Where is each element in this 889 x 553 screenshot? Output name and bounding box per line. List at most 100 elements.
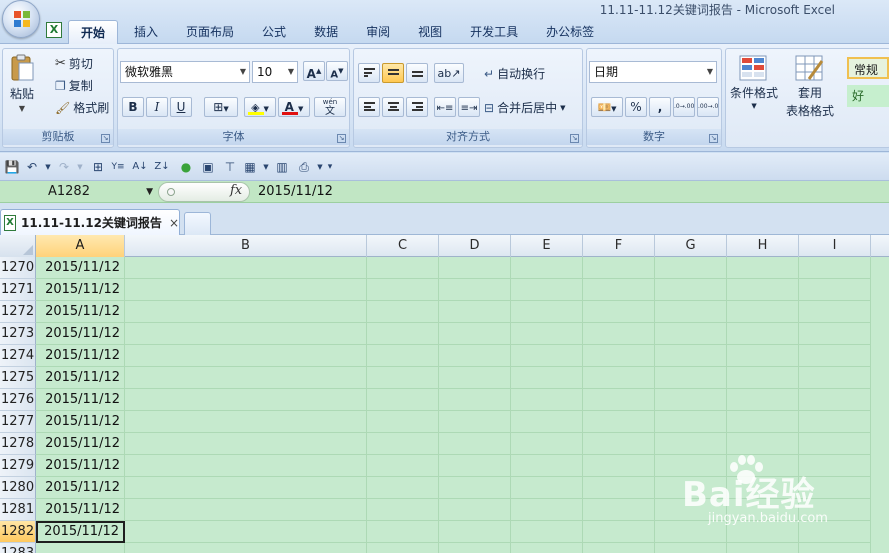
cell[interactable] xyxy=(511,477,583,499)
ribbon-tab[interactable]: 页面布局 xyxy=(174,20,246,44)
row-header[interactable]: 1280 xyxy=(0,477,36,499)
format-as-table-button[interactable]: 套用 表格格式 xyxy=(786,55,834,119)
font-color-button[interactable]: A ▼ xyxy=(278,97,310,117)
row-header[interactable]: 1281 xyxy=(0,499,36,521)
ribbon-tab[interactable]: 办公标签 xyxy=(534,20,606,44)
cell[interactable] xyxy=(439,543,511,553)
cell[interactable] xyxy=(367,411,439,433)
cell[interactable] xyxy=(511,323,583,345)
align-right-button[interactable] xyxy=(406,97,428,117)
font-name-select[interactable]: 微软雅黑 ▼ xyxy=(120,61,250,83)
cell[interactable] xyxy=(727,257,799,279)
cell-date[interactable]: 2015/11/12 xyxy=(36,345,125,367)
chevron-down-icon[interactable]: ▼ xyxy=(40,159,56,175)
cell[interactable] xyxy=(583,477,655,499)
font-size-select[interactable]: 10 ▼ xyxy=(252,61,298,83)
cell[interactable] xyxy=(439,477,511,499)
cell[interactable] xyxy=(799,433,871,455)
row-header[interactable]: 1275 xyxy=(0,367,36,389)
cell[interactable] xyxy=(511,411,583,433)
cell[interactable] xyxy=(367,455,439,477)
cell[interactable] xyxy=(439,367,511,389)
cell[interactable] xyxy=(125,477,367,499)
new-workbook-tab[interactable] xyxy=(184,212,211,235)
cell[interactable] xyxy=(655,345,727,367)
chart-icon[interactable]: ▥ xyxy=(274,159,290,175)
row-header[interactable]: 1271 xyxy=(0,279,36,301)
redo-icon[interactable]: ↷ xyxy=(56,159,72,175)
decrease-font-button[interactable]: A▼ xyxy=(326,61,348,81)
cell[interactable] xyxy=(367,499,439,521)
cell[interactable] xyxy=(125,367,367,389)
cell-date[interactable]: 2015/11/12 xyxy=(36,477,125,499)
cell[interactable] xyxy=(511,345,583,367)
align-center-button[interactable] xyxy=(382,97,404,117)
style-normal[interactable]: 常规 xyxy=(847,57,889,79)
cell[interactable] xyxy=(655,257,727,279)
decrease-decimal-button[interactable]: .00→.0 xyxy=(697,97,719,117)
save-icon[interactable]: 💾 xyxy=(4,159,20,175)
cell[interactable] xyxy=(655,367,727,389)
cell[interactable] xyxy=(439,301,511,323)
cell[interactable] xyxy=(367,279,439,301)
cell[interactable] xyxy=(439,345,511,367)
row-header[interactable]: 1272 xyxy=(0,301,36,323)
column-header[interactable]: E xyxy=(511,235,583,257)
cell[interactable] xyxy=(367,477,439,499)
style-good[interactable]: 好 xyxy=(847,85,889,107)
sort-ascending-icon[interactable]: A↓ xyxy=(132,159,148,175)
table-icon[interactable]: ▦ xyxy=(242,159,258,175)
increase-font-button[interactable]: A▲ xyxy=(303,61,325,81)
dialog-launcher-icon[interactable]: ↘ xyxy=(570,134,579,143)
column-header[interactable]: G xyxy=(655,235,727,257)
wrap-text-button[interactable]: ↵ 自动换行 xyxy=(484,65,545,82)
cell-date[interactable]: 2015/11/12 xyxy=(36,433,125,455)
cell-date[interactable]: 2015/11/12 xyxy=(36,367,125,389)
dialog-launcher-icon[interactable]: ↘ xyxy=(101,134,110,143)
name-box[interactable]: A1282 ▼ xyxy=(0,181,155,203)
ribbon-tab[interactable]: 审阅 xyxy=(354,20,402,44)
cell[interactable] xyxy=(727,279,799,301)
select-all-corner[interactable] xyxy=(0,235,36,257)
cell[interactable] xyxy=(583,323,655,345)
cell[interactable] xyxy=(799,389,871,411)
cell[interactable] xyxy=(799,367,871,389)
copy-button[interactable]: ❐ 复制 xyxy=(55,77,93,94)
ribbon-tab[interactable]: 视图 xyxy=(406,20,454,44)
cell[interactable] xyxy=(727,521,799,543)
cell[interactable] xyxy=(799,543,871,553)
cell[interactable] xyxy=(125,499,367,521)
column-header[interactable]: B xyxy=(125,235,367,257)
cell[interactable] xyxy=(655,389,727,411)
cell[interactable] xyxy=(583,389,655,411)
cell[interactable] xyxy=(439,521,511,543)
cell[interactable] xyxy=(511,521,583,543)
fill-color-button[interactable]: ◈ ▼ xyxy=(244,97,276,117)
decrease-indent-button[interactable]: ⇤≡ xyxy=(434,97,456,117)
cell[interactable] xyxy=(583,367,655,389)
cell[interactable] xyxy=(727,367,799,389)
cell[interactable] xyxy=(439,323,511,345)
cell[interactable] xyxy=(511,455,583,477)
cell[interactable] xyxy=(511,367,583,389)
form-icon[interactable]: ▣ xyxy=(200,159,216,175)
cell[interactable] xyxy=(655,521,727,543)
undo-icon[interactable]: ↶ xyxy=(24,159,40,175)
chevron-down-icon[interactable]: ▼ xyxy=(258,159,274,175)
cell[interactable] xyxy=(727,411,799,433)
cell[interactable] xyxy=(125,257,367,279)
cell[interactable] xyxy=(439,433,511,455)
cell[interactable] xyxy=(727,433,799,455)
cell[interactable] xyxy=(367,367,439,389)
cell[interactable] xyxy=(511,433,583,455)
row-header[interactable]: 1277 xyxy=(0,411,36,433)
cell[interactable] xyxy=(583,345,655,367)
dialog-launcher-icon[interactable]: ↘ xyxy=(337,134,346,143)
cell[interactable] xyxy=(583,543,655,553)
cell-date[interactable]: 2015/11/12 xyxy=(36,499,125,521)
cell[interactable] xyxy=(655,543,727,553)
cell-date[interactable]: 2015/11/12 xyxy=(36,411,125,433)
underline-button[interactable]: U xyxy=(170,97,192,117)
cell[interactable] xyxy=(439,411,511,433)
office-button[interactable] xyxy=(2,0,40,38)
